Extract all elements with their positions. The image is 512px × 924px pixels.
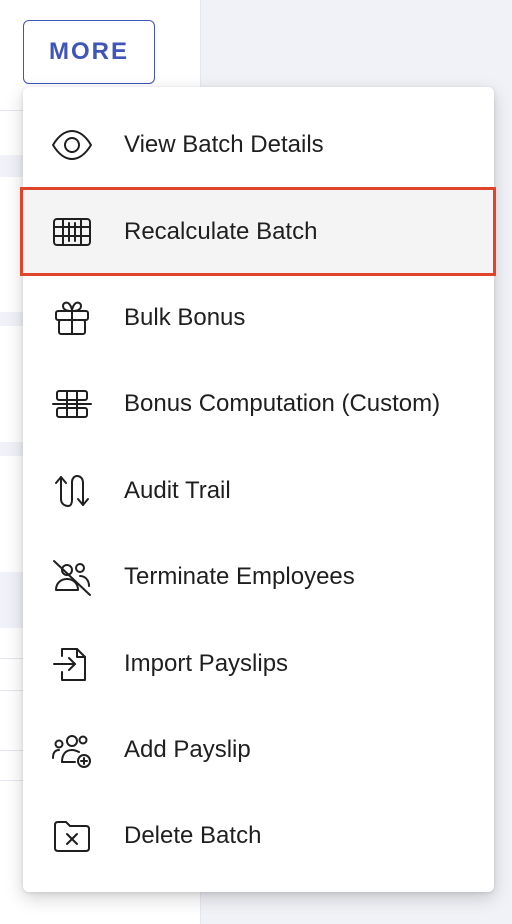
calculator-grid-icon — [50, 210, 94, 254]
file-import-icon — [50, 642, 94, 686]
menu-item-terminate-employees[interactable]: Terminate Employees — [23, 534, 494, 620]
gift-icon — [50, 296, 94, 340]
menu-item-label: Import Payslips — [124, 649, 289, 677]
menu-item-label: View Batch Details — [124, 131, 324, 159]
menu-item-bonus-computation-custom[interactable]: Bonus Computation (Custom) — [23, 361, 494, 447]
more-menu: View Batch Details Recalculate Batch Bul… — [20, 87, 496, 892]
users-add-icon — [50, 728, 94, 772]
menu-item-label: Recalculate Batch — [124, 217, 318, 245]
menu-item-label: Add Payslip — [124, 735, 251, 763]
menu-item-delete-batch[interactable]: Delete Batch — [23, 793, 494, 879]
up-down-arrows-icon — [50, 469, 94, 513]
menu-item-label: Delete Batch — [124, 822, 262, 850]
menu-item-label: Terminate Employees — [124, 563, 355, 591]
menu-item-view-batch-details[interactable]: View Batch Details — [23, 102, 494, 188]
menu-item-label: Audit Trail — [124, 476, 231, 504]
menu-item-add-payslip[interactable]: Add Payslip — [23, 707, 494, 793]
menu-item-recalculate-batch[interactable]: Recalculate Batch — [20, 187, 496, 276]
menu-item-label: Bonus Computation (Custom) — [124, 390, 441, 418]
folder-delete-icon — [50, 814, 94, 858]
computation-grid-icon — [50, 382, 94, 426]
users-off-icon — [50, 555, 94, 599]
menu-item-import-payslips[interactable]: Import Payslips — [23, 620, 494, 706]
eye-icon — [50, 123, 94, 167]
menu-item-bulk-bonus[interactable]: Bulk Bonus — [23, 275, 494, 361]
more-button[interactable]: MORE — [23, 20, 155, 84]
menu-item-label: Bulk Bonus — [124, 303, 246, 331]
menu-item-audit-trail[interactable]: Audit Trail — [23, 448, 494, 534]
